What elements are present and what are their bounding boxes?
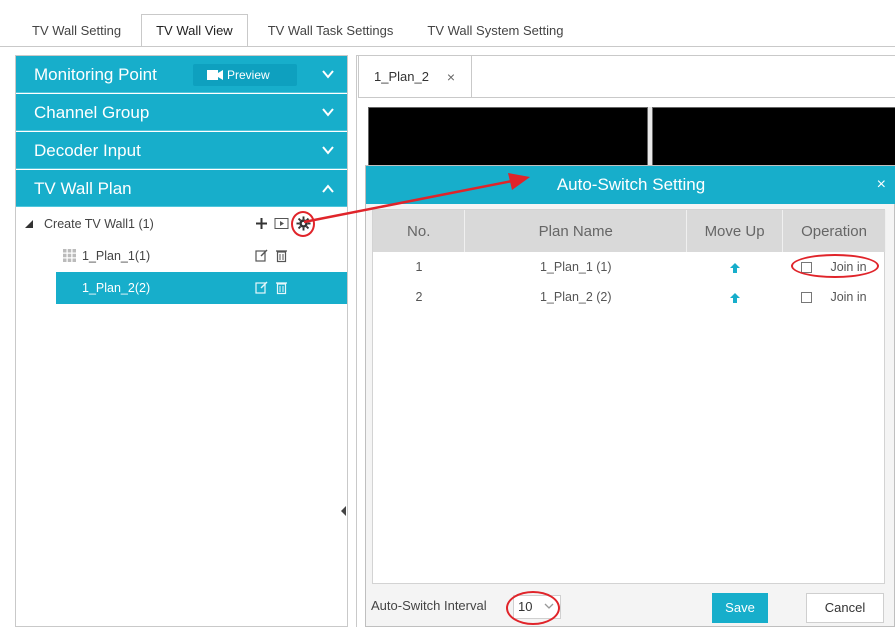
- preview-button[interactable]: Preview: [193, 64, 297, 86]
- plan-table-container: No. Plan Name Move Up Operation 1 1_Plan…: [372, 209, 886, 584]
- tree-plan-item-selected[interactable]: 1_Plan_2(2): [56, 272, 347, 304]
- tab-tv-wall-system-setting[interactable]: TV Wall System Setting: [413, 15, 577, 47]
- chevron-down-icon: [322, 108, 334, 117]
- trash-icon[interactable]: [274, 280, 289, 295]
- preview-label: Preview: [227, 68, 270, 82]
- accordion-title: Channel Group: [34, 103, 150, 122]
- annotation-circle-interval: [506, 591, 560, 625]
- row-operation: Join in: [783, 282, 886, 312]
- grid-icon: [63, 249, 76, 262]
- plus-icon[interactable]: [254, 216, 269, 231]
- top-tabs: TV Wall Setting TV Wall View TV Wall Tas…: [0, 0, 583, 47]
- row-no: 2: [415, 290, 423, 304]
- plan-tab-label: 1_Plan_2: [374, 69, 429, 84]
- row-no: 1: [415, 260, 423, 274]
- col-move-up: Move Up: [686, 210, 784, 252]
- col-no: No.: [373, 210, 466, 252]
- chevron-down-icon: [322, 146, 334, 155]
- accordion-channel-group[interactable]: Channel Group: [16, 94, 347, 131]
- top-tab-bar: TV Wall Setting TV Wall View TV Wall Tas…: [0, 0, 895, 47]
- chevron-down-icon: [322, 70, 334, 79]
- table-header-row: No. Plan Name Move Up Operation: [373, 210, 886, 252]
- close-icon[interactable]: ×: [447, 56, 455, 98]
- plan-label: 1_Plan_2(2): [82, 281, 151, 295]
- tab-divider: [472, 97, 895, 98]
- accordion-title: Decoder Input: [34, 141, 141, 160]
- play-icon[interactable]: [274, 216, 289, 231]
- accordion-title: Monitoring Point: [34, 65, 157, 84]
- close-icon[interactable]: ×: [877, 166, 886, 204]
- chevron-up-icon: [322, 184, 334, 193]
- trash-icon[interactable]: [274, 248, 289, 263]
- cancel-button[interactable]: Cancel: [806, 593, 884, 623]
- arrow-up-icon[interactable]: [729, 262, 740, 273]
- left-panel: Monitoring Point Preview Channel Group D…: [15, 55, 348, 627]
- accordion-decoder-input[interactable]: Decoder Input: [16, 132, 347, 169]
- tab-divider: [0, 46, 895, 47]
- join-in-control[interactable]: Join in: [801, 290, 867, 304]
- edit-icon[interactable]: [254, 248, 269, 263]
- accordion-monitoring-point[interactable]: Monitoring Point Preview: [16, 56, 347, 93]
- tab-tv-wall-setting[interactable]: TV Wall Setting: [18, 15, 135, 47]
- dialog-title: Auto-Switch Setting: [556, 175, 706, 194]
- table-row: 2 1_Plan_2 (2) Join in: [373, 282, 886, 312]
- auto-switch-dialog: Auto-Switch Setting × No. Plan Name Move…: [365, 165, 895, 627]
- tree-root-label: Create TV Wall1 (1): [44, 217, 154, 231]
- camera-icon: [207, 70, 223, 80]
- edit-icon[interactable]: [254, 280, 269, 295]
- col-plan-name: Plan Name: [464, 210, 688, 252]
- dialog-header: Auto-Switch Setting ×: [366, 166, 895, 204]
- row-plan-name: 1_Plan_1 (1): [539, 260, 612, 274]
- join-in-control[interactable]: Join in: [791, 254, 880, 278]
- accordion-tv-wall-plan[interactable]: TV Wall Plan: [16, 170, 347, 207]
- collapse-panel-handle[interactable]: [341, 506, 347, 516]
- row-move-up: [687, 282, 783, 312]
- arrow-up-icon[interactable]: [729, 292, 740, 303]
- save-button[interactable]: Save: [712, 593, 768, 623]
- checkbox-icon[interactable]: [801, 292, 813, 304]
- tv-wall-plan-tree: Create TV Wall1 (1) 1_Plan_1(1) 1_Plan_2…: [16, 208, 347, 304]
- plan-label: 1_Plan_1(1): [82, 249, 151, 263]
- tree-root-tv-wall[interactable]: Create TV Wall1 (1): [16, 208, 347, 240]
- plan-tab[interactable]: 1_Plan_2 ×: [358, 56, 472, 98]
- dialog-footer: Auto-Switch Interval 10 Save Cancel: [366, 584, 895, 627]
- row-plan-name: 1_Plan_2 (2): [539, 290, 612, 304]
- row-operation: Join in: [783, 252, 886, 282]
- tab-tv-wall-view[interactable]: TV Wall View: [141, 14, 248, 47]
- join-in-label[interactable]: Join in: [830, 290, 866, 304]
- tree-plan-item[interactable]: 1_Plan_1(1): [16, 240, 347, 272]
- table-row: 1 1_Plan_1 (1) Join in: [373, 252, 886, 282]
- row-move-up: [687, 252, 783, 282]
- triangle-expander-icon[interactable]: [24, 219, 34, 229]
- tab-tv-wall-task-settings[interactable]: TV Wall Task Settings: [254, 15, 408, 47]
- annotation-circle-join-in: [791, 254, 880, 278]
- interval-label: Auto-Switch Interval: [371, 598, 487, 613]
- col-operation: Operation: [782, 210, 886, 252]
- accordion-title: TV Wall Plan: [34, 179, 132, 198]
- gear-icon[interactable]: [296, 216, 311, 231]
- plan-table: No. Plan Name Move Up Operation 1 1_Plan…: [373, 210, 886, 312]
